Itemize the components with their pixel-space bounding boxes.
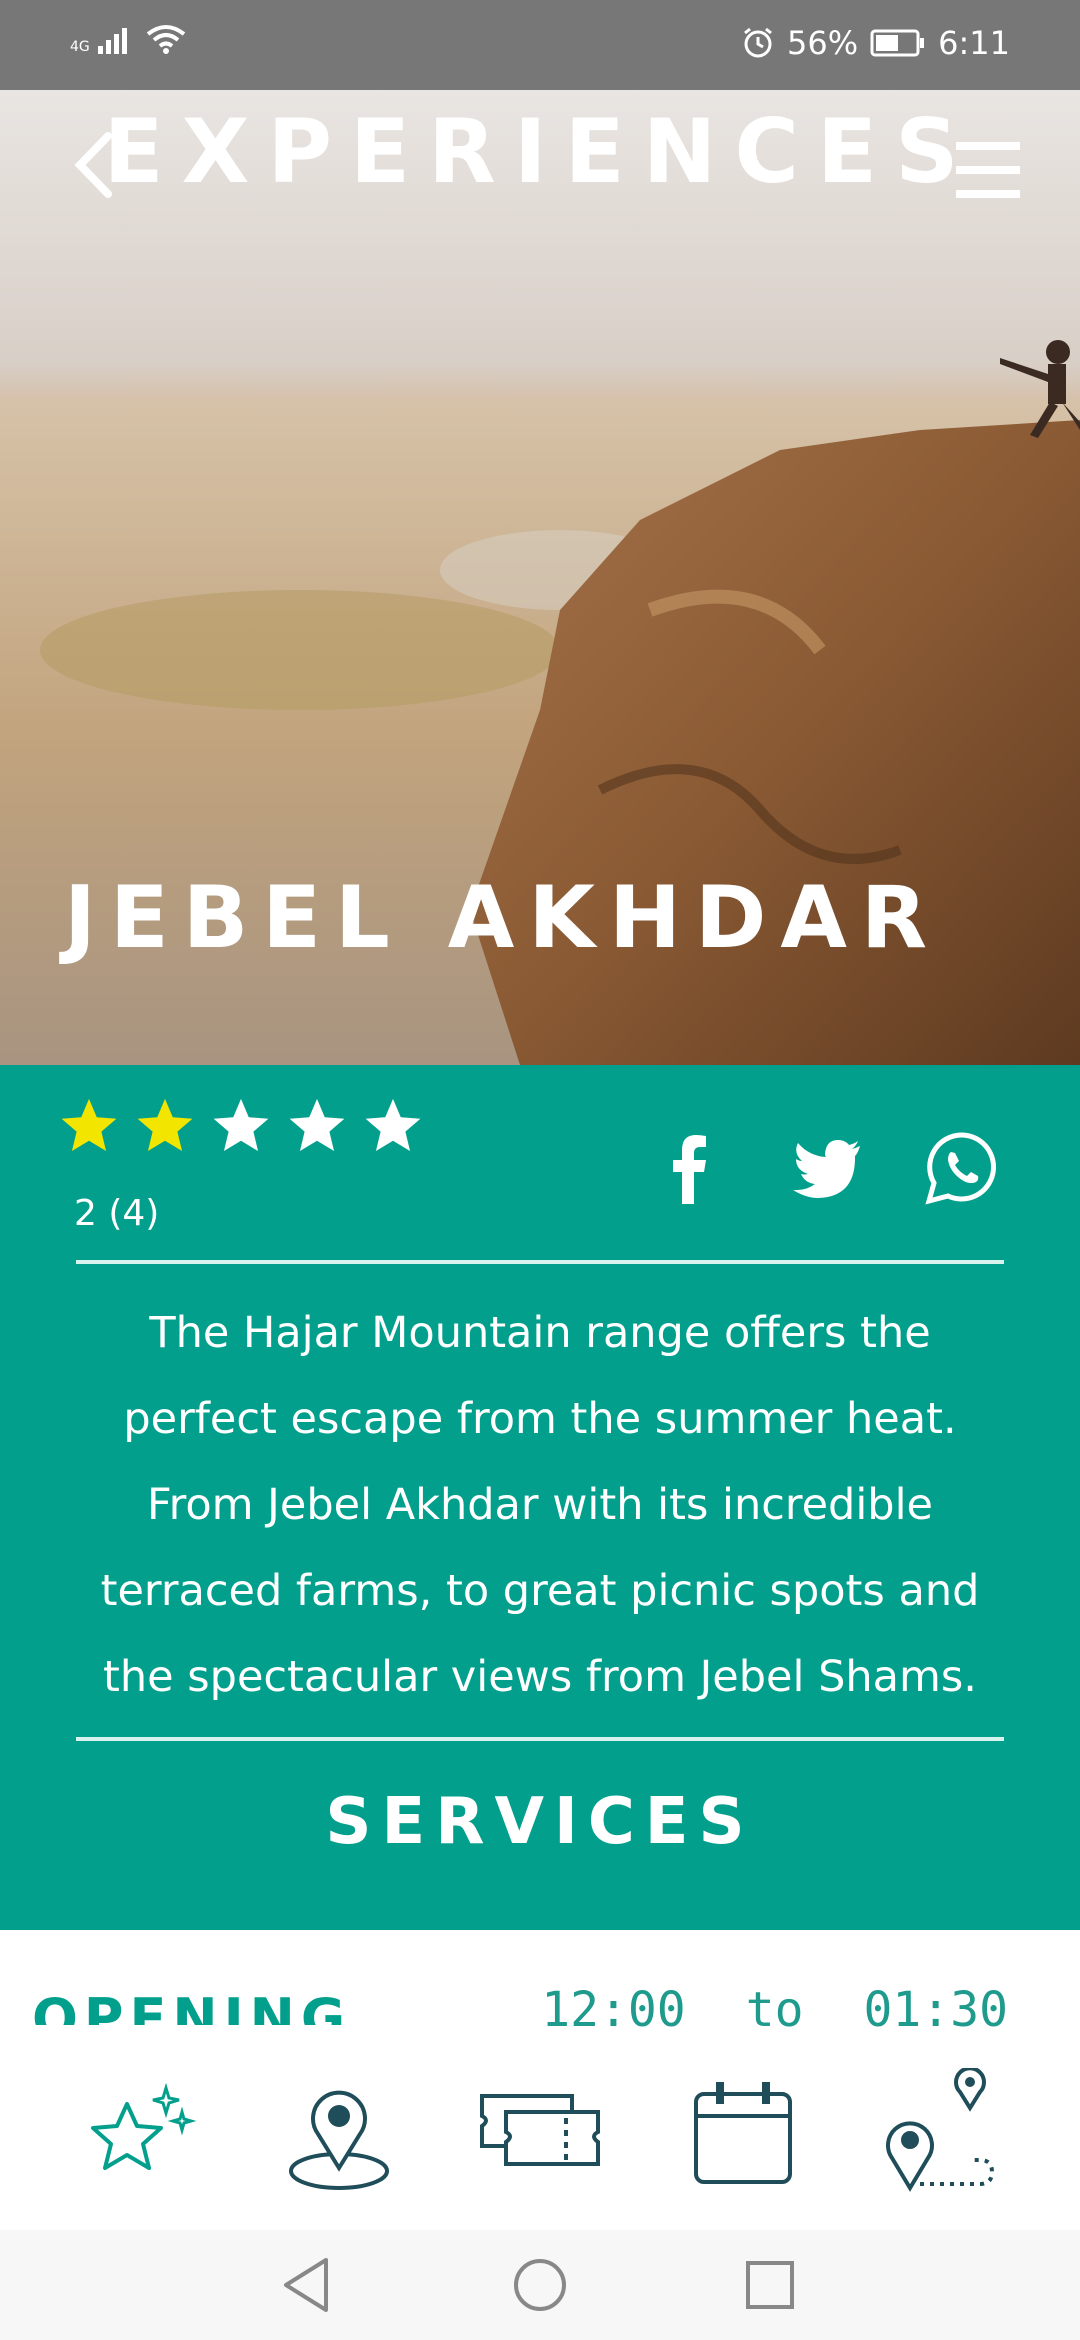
status-left: 4G bbox=[70, 24, 186, 54]
divider-top bbox=[76, 1260, 1004, 1264]
bottom-nav bbox=[0, 2030, 1080, 2230]
battery-icon bbox=[870, 29, 925, 57]
status-bar: 4G 56% 6:11 bbox=[0, 0, 1080, 90]
recents-nav-icon[interactable] bbox=[735, 2250, 805, 2320]
home-nav-icon[interactable] bbox=[505, 2250, 575, 2320]
route-icon[interactable] bbox=[880, 2068, 1010, 2198]
description: The Hajar Mountain range offers the perf… bbox=[100, 1308, 980, 1702]
star-icon-filled[interactable] bbox=[58, 1095, 120, 1157]
alarm-icon bbox=[744, 27, 772, 58]
calendar-icon[interactable] bbox=[678, 2068, 808, 2198]
place-name: JEBEL AKHDAR bbox=[64, 868, 942, 968]
clock: 6:11 bbox=[938, 24, 1010, 62]
battery-percent: 56% bbox=[787, 24, 859, 62]
ticket-icon[interactable] bbox=[476, 2068, 606, 2198]
whatsapp-icon[interactable] bbox=[924, 1130, 1000, 1206]
twitter-icon[interactable] bbox=[788, 1130, 864, 1206]
star-rating[interactable] bbox=[58, 1095, 424, 1157]
star-icon-empty[interactable] bbox=[362, 1095, 424, 1157]
divider-bottom bbox=[76, 1737, 1004, 1741]
star-icon-filled[interactable] bbox=[134, 1095, 196, 1157]
hero-image: EXPERIENCES JEBEL AKHDAR bbox=[0, 90, 1080, 1065]
hamburger-menu-icon[interactable] bbox=[948, 130, 1028, 210]
experiences-star-icon[interactable] bbox=[72, 2068, 202, 2198]
back-nav-icon[interactable] bbox=[272, 2250, 342, 2320]
rating-count: 2 (4) bbox=[74, 1193, 160, 1234]
signal-icon bbox=[97, 28, 127, 54]
opening-label: OPENING bbox=[32, 1987, 352, 2025]
star-icon-empty[interactable] bbox=[286, 1095, 348, 1157]
page-title: EXPERIENCES bbox=[103, 100, 977, 203]
facebook-icon[interactable] bbox=[652, 1130, 728, 1206]
info-panel: 2 (4) The Hajar Mountain range offers th… bbox=[0, 1065, 1080, 1930]
system-nav-bar bbox=[0, 2230, 1080, 2340]
services-heading[interactable]: SERVICES bbox=[0, 1785, 1080, 1859]
location-pin-icon[interactable] bbox=[274, 2068, 404, 2198]
status-right: 56% 6:11 bbox=[741, 24, 1010, 62]
wifi-icon bbox=[146, 25, 185, 54]
social-share bbox=[652, 1130, 1000, 1206]
network-type: 4G bbox=[70, 39, 90, 55]
star-icon-empty[interactable] bbox=[210, 1095, 272, 1157]
